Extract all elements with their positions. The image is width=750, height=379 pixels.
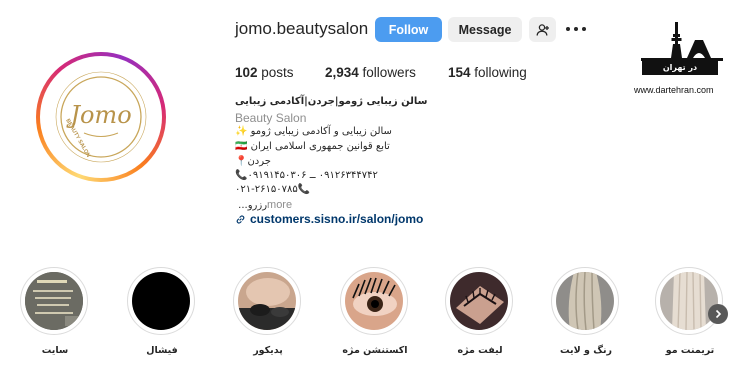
- highlight-facial[interactable]: فیشال: [127, 267, 197, 357]
- posts-stat: 102 posts: [235, 65, 294, 80]
- facial-highlight-icon: [132, 272, 190, 330]
- bio-name: سالن زیبایی ژومو|جردن|آکادمی زیبایی: [235, 96, 428, 107]
- highlight-label: تریمنت مو: [665, 345, 715, 356]
- bio-line: تابع قوانین جمهوری اسلامی ایران 🇮🇷: [235, 141, 390, 152]
- highlight-label: فیشال: [146, 345, 178, 356]
- bio-line: ۰۲۱-۲۶۱۵۰۷۸۵📞: [235, 184, 311, 195]
- watermark-banner: در تهران: [642, 61, 718, 75]
- website-highlight-icon: [25, 272, 83, 330]
- add-person-icon: [536, 23, 549, 36]
- jomo-logo-icon: Jomo BEAUTY SALON: [55, 71, 147, 163]
- bio-line: ۰۹۱۲۶۳۴۴۷۴۲ ــ ۰۹۱۹۱۴۵۰۳۰۶📞: [235, 170, 378, 181]
- suggest-accounts-button[interactable]: [529, 17, 556, 42]
- profile-avatar[interactable]: Jomo BEAUTY SALON: [36, 52, 166, 182]
- profile-username: jomo.beautysalon: [235, 19, 369, 38]
- followers-stat[interactable]: 2,934 followers: [325, 65, 416, 80]
- highlight-pedicure[interactable]: پدیکور: [233, 267, 303, 357]
- follow-button[interactable]: Follow: [375, 17, 442, 42]
- bio-website-link[interactable]: customers.sisno.ir/salon/jomo: [235, 212, 423, 226]
- highlight-label: لیفت مژه: [457, 345, 503, 356]
- lash-lift-highlight-icon: [450, 272, 508, 330]
- highlight-label: رنگ و لایت: [560, 345, 612, 356]
- highlight-eyelash-extension[interactable]: اکستنشن مژه: [340, 267, 410, 357]
- highlight-hair-color[interactable]: رنگ و لایت: [551, 267, 621, 357]
- bio-category: Beauty Salon: [235, 111, 307, 125]
- bio-more-row: رزرو... more: [235, 199, 292, 211]
- bio-line: سالن زیبایی و آکادمی زیبایی ژومو ✨: [235, 126, 392, 137]
- more-options-icon[interactable]: [566, 20, 586, 38]
- message-button[interactable]: Message: [448, 17, 522, 42]
- link-icon: [236, 214, 245, 224]
- hair-color-highlight-icon: [556, 272, 614, 330]
- watermark-url: www.dartehran.com: [634, 85, 714, 95]
- highlight-lash-lift[interactable]: لیفت مژه: [445, 267, 515, 357]
- highlight-label: اکستنشن مژه: [342, 345, 408, 356]
- following-stat[interactable]: 154 following: [448, 65, 527, 80]
- eyelash-extension-highlight-icon: [345, 272, 403, 330]
- highlights-next-button[interactable]: [708, 304, 728, 324]
- avatar-logo-text: Jomo: [65, 101, 131, 129]
- bio-line: جردن📍: [235, 156, 271, 167]
- highlight-label: پدیکور: [253, 345, 283, 356]
- hair-treatment-highlight-icon: [660, 272, 718, 330]
- chevron-right-icon: [715, 309, 722, 319]
- highlight-label: سایت: [41, 345, 69, 356]
- highlight-website[interactable]: سایت: [20, 267, 90, 357]
- bio-more-prefix: رزرو...: [235, 200, 268, 211]
- pedicure-highlight-icon: [238, 272, 296, 330]
- bio-more-link[interactable]: more: [267, 199, 292, 211]
